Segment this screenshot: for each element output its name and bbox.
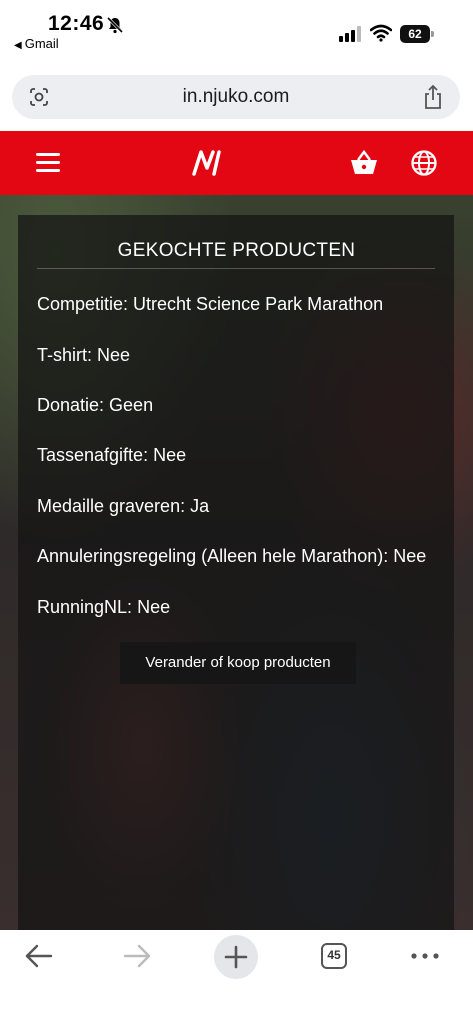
product-row-medal-engraving: Medaille graveren: Ja [37,496,210,516]
njuko-logo-icon[interactable] [190,148,224,178]
plus-icon [224,945,248,969]
battery-level: 62 [400,25,430,43]
product-row-tshirt: T-shirt: Nee [37,345,131,365]
product-row-cancellation: Annuleringsregeling (Alleen hele Maratho… [37,546,427,566]
purchased-products-panel [18,215,454,930]
site-header [0,131,473,195]
browser-toolbar: 45 [0,930,473,1024]
product-row-competition: Competitie: Utrecht Science Park Maratho… [37,294,384,314]
status-bar: 12:46 ◀ Gmail 62 [0,0,473,62]
product-row-donation: Donatie: Geen [37,395,154,415]
status-time: 12:46 [48,12,105,35]
bell-slash-icon [106,16,124,34]
forward-arrow-icon[interactable] [122,942,152,970]
signal-icon [339,26,361,42]
panel-title: GEKOCHTE PRODUCTEN [117,240,356,261]
back-to-app-link[interactable]: ◀ Gmail [14,36,59,51]
back-arrow-icon[interactable] [24,942,54,970]
more-icon[interactable] [410,952,440,960]
battery-icon: 62 [400,25,434,43]
basket-icon[interactable] [349,149,379,177]
change-products-button[interactable]: Verander of koop producten [120,642,356,684]
menu-icon[interactable] [36,153,60,173]
wifi-icon [370,24,392,42]
product-row-runningnl: RunningNL: Nee [37,597,171,617]
tabs-button[interactable]: 45 [321,943,347,969]
globe-icon[interactable] [410,149,438,177]
back-app-label: Gmail [24,36,59,51]
new-tab-button[interactable] [214,935,258,979]
address-bar[interactable]: in.njuko.com [12,75,460,119]
url-text: in.njuko.com [182,86,290,107]
divider [37,268,435,269]
share-icon[interactable] [422,84,444,110]
product-row-bag-drop: Tassenafgifte: Nee [37,445,187,465]
